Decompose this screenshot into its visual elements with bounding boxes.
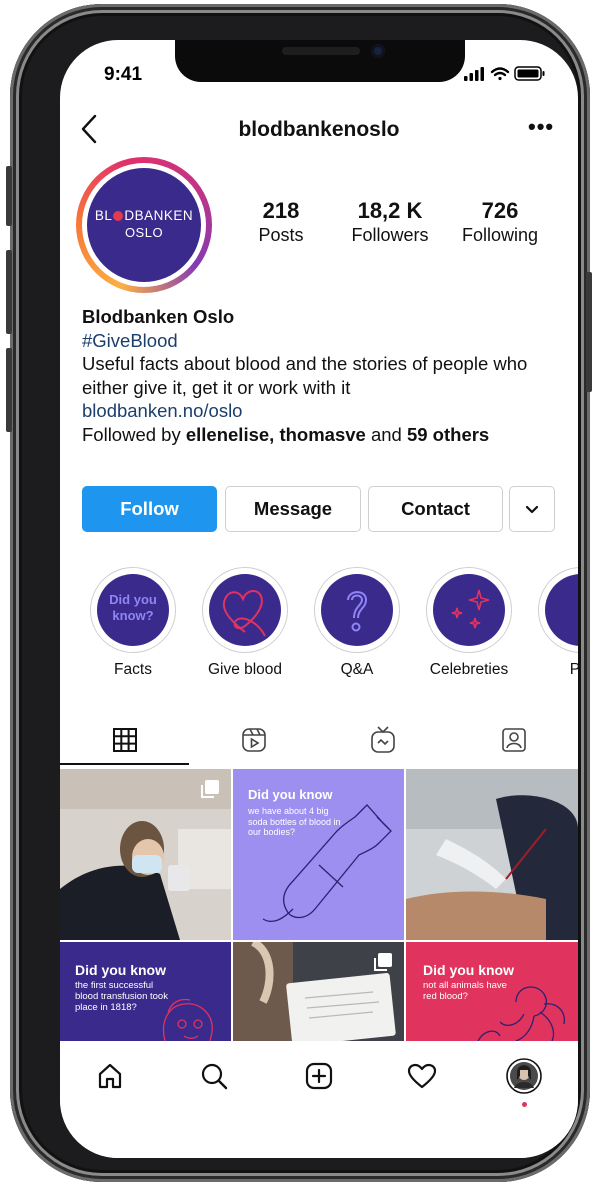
highlight-places-label: Pla bbox=[569, 661, 578, 678]
followed-by[interactable]: Followed by ellenelise, thomasve and 59 … bbox=[82, 423, 562, 447]
highlight-places[interactable]: Pla bbox=[536, 567, 578, 679]
question-mark-icon bbox=[347, 591, 368, 632]
stat-followers[interactable]: 18,2 K Followers bbox=[336, 198, 444, 246]
nav-profile[interactable] bbox=[498, 1053, 550, 1099]
highlight-give-blood[interactable]: Give blood bbox=[200, 567, 290, 679]
post-thumbnail[interactable] bbox=[233, 942, 404, 1041]
phone-volume-down-button bbox=[6, 348, 12, 432]
status-icons bbox=[464, 66, 545, 81]
search-icon bbox=[201, 1063, 228, 1090]
profile-display-name: Blodbanken Oslo bbox=[82, 306, 235, 327]
sparkle-icon bbox=[451, 589, 490, 629]
bottom-navigation bbox=[60, 1041, 578, 1158]
avatar-text-left: BL bbox=[94, 208, 113, 223]
post-thumbnail[interactable]: Did you know we have about 4 big soda bo… bbox=[233, 769, 404, 940]
highlight-facts-label: Facts bbox=[114, 661, 152, 678]
igtv-icon bbox=[370, 726, 395, 753]
profile-bio: Blodbanken Oslo #GiveBlood Useful facts … bbox=[82, 305, 562, 446]
stat-followers-value: 18,2 K bbox=[357, 198, 423, 223]
stat-following-value: 726 bbox=[481, 198, 519, 223]
stat-following[interactable]: 726 Following bbox=[452, 198, 548, 246]
tagged-icon bbox=[501, 728, 526, 752]
soda-bottle-illustration bbox=[262, 804, 392, 923]
post-photo-blood-draw bbox=[406, 769, 578, 940]
phone-volume-up-button bbox=[6, 250, 12, 334]
stat-posts[interactable]: 218 Posts bbox=[236, 198, 326, 246]
nav-search[interactable] bbox=[188, 1053, 240, 1099]
post-thumbnail[interactable]: Did you know not all animals have red bl… bbox=[406, 942, 578, 1041]
bio-hashtag[interactable]: #GiveBlood bbox=[82, 329, 562, 353]
profile-avatar[interactable]: BL DBANKEN OSLO bbox=[87, 168, 201, 282]
followed-by-prefix: Followed by bbox=[82, 423, 186, 445]
tab-reels[interactable] bbox=[189, 716, 318, 764]
heart-line-icon bbox=[222, 590, 266, 637]
notch bbox=[175, 40, 465, 82]
highlight-give-blood-label: Give blood bbox=[207, 661, 283, 678]
profile-username: blodbankenoslo bbox=[238, 118, 400, 141]
chevron-down-icon bbox=[525, 505, 539, 513]
tab-tagged[interactable] bbox=[449, 716, 578, 764]
followed-by-and: and bbox=[365, 423, 407, 445]
reels-icon bbox=[241, 728, 266, 752]
post-thumbnail[interactable] bbox=[406, 769, 578, 940]
post-thumbnail[interactable] bbox=[60, 769, 231, 940]
nav-new-post[interactable] bbox=[293, 1053, 345, 1099]
highlight-qa[interactable]: Q&A bbox=[312, 567, 402, 679]
highlight-facts-cover-text: Did you know? bbox=[109, 592, 157, 623]
active-tab-indicator bbox=[60, 763, 189, 765]
nav-activity[interactable] bbox=[396, 1053, 448, 1099]
battery-icon bbox=[514, 66, 545, 81]
stat-posts-value: 218 bbox=[262, 198, 300, 223]
new-post-icon bbox=[305, 1062, 333, 1090]
phone-side-button bbox=[6, 166, 12, 226]
follow-button[interactable]: Follow bbox=[82, 486, 217, 532]
carousel-icon bbox=[201, 780, 219, 798]
followed-by-count: 59 others bbox=[406, 423, 490, 445]
avatar-text-right: DBANKEN bbox=[124, 208, 194, 223]
stat-followers-label: Followers bbox=[351, 225, 429, 245]
tab-posts-grid[interactable] bbox=[60, 716, 189, 764]
highlight-facts-cover: Did you know? bbox=[97, 574, 169, 646]
highlight-facts[interactable]: Did you know? Facts bbox=[88, 567, 178, 679]
octopus-illustration bbox=[477, 986, 565, 1041]
phone-power-button bbox=[586, 272, 592, 392]
highlight-qa-label: Q&A bbox=[340, 661, 374, 678]
stat-following-label: Following bbox=[461, 225, 539, 245]
tab-igtv[interactable] bbox=[318, 716, 447, 764]
activity-heart-icon bbox=[407, 1063, 437, 1089]
more-options-button[interactable]: ••• bbox=[528, 114, 554, 140]
story-ring[interactable]: BL DBANKEN OSLO bbox=[76, 157, 212, 293]
highlight-celebreties[interactable]: Celebreties bbox=[424, 567, 514, 679]
profile-avatar bbox=[506, 1058, 542, 1094]
contact-button[interactable]: Contact bbox=[368, 486, 503, 532]
portrait-line-illustration bbox=[162, 998, 213, 1041]
status-time: 9:41 bbox=[104, 64, 143, 85]
followed-by-users: ellenelise, thomasve bbox=[185, 423, 366, 445]
carousel-icon bbox=[374, 953, 392, 971]
grid-icon bbox=[112, 728, 137, 752]
bio-description: Useful facts about blood and the stories… bbox=[82, 353, 528, 398]
wifi-icon bbox=[490, 67, 510, 81]
screen: 9:41 blodbankenoslo ••• BL DBANKEN OSLO bbox=[60, 40, 578, 1158]
nav-home[interactable] bbox=[84, 1053, 136, 1099]
stat-posts-label: Posts bbox=[258, 225, 304, 245]
posts-grid: Did you know we have about 4 big soda bo… bbox=[60, 769, 578, 1041]
blood-drop-icon bbox=[113, 211, 124, 222]
signal-icon bbox=[464, 67, 484, 81]
post-thumbnail[interactable]: Did you know the first successful blood … bbox=[60, 942, 231, 1041]
message-button[interactable]: Message bbox=[225, 486, 361, 532]
avatar-text-oslo: OSLO bbox=[124, 225, 164, 240]
speaker bbox=[282, 47, 360, 55]
profile-tabs bbox=[60, 716, 578, 766]
front-camera bbox=[371, 44, 385, 58]
suggested-accounts-button[interactable] bbox=[509, 486, 555, 532]
home-icon bbox=[98, 1063, 122, 1089]
notification-dot bbox=[522, 1102, 527, 1107]
highlight-celebreties-label: Celebreties bbox=[429, 661, 509, 678]
bio-link[interactable]: blodbanken.no/oslo bbox=[82, 399, 562, 423]
